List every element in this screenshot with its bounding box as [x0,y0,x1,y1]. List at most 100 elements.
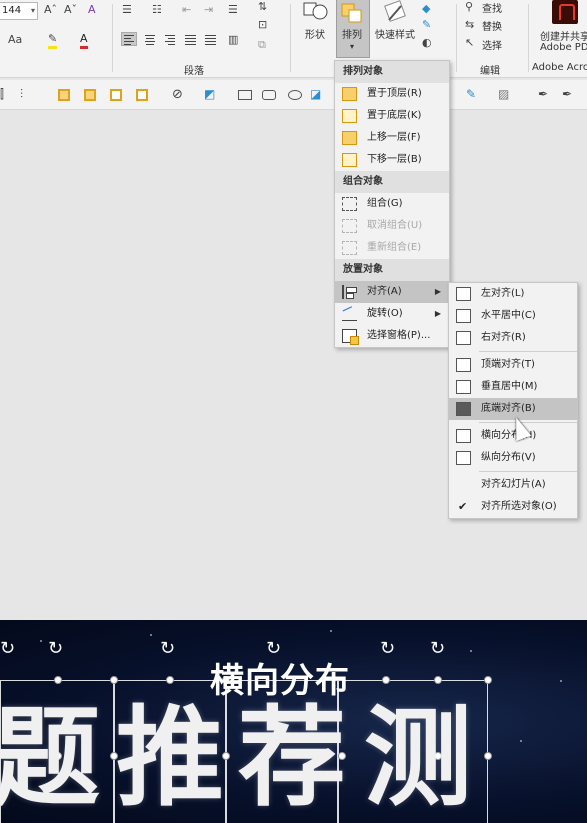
align-center-item[interactable]: 水平居中(C) [449,305,577,327]
select-button[interactable]: 选择 [482,37,502,52]
replace-button[interactable]: 替换 [482,18,502,33]
resize-handle[interactable] [54,676,62,684]
smartart-icon[interactable]: ⧉ [258,38,266,52]
align-left-item[interactable]: 左对齐(L) [449,283,577,305]
align-selected-objects-item[interactable]: ✔ 对齐所选对象(O) [449,496,577,518]
align-left-icon [456,287,471,301]
align-right-button[interactable] [162,32,178,46]
rotate-handle-icon[interactable]: ↻ [0,640,15,658]
bring-front-icon[interactable] [58,89,70,101]
grow-font-button[interactable]: Aˆ [44,3,57,17]
slide-char-1[interactable]: 题 [0,698,100,818]
font-color-icon[interactable]: A [80,32,88,49]
fill-icon[interactable]: ⊘ [172,87,188,103]
justify-button[interactable] [182,32,198,46]
font-size-combobox[interactable]: 144 ▾ [0,2,38,20]
distributed-button[interactable] [202,32,218,46]
bring-to-front-item[interactable]: 置于顶层(R) [335,83,449,105]
highlight-icon[interactable]: ✎ [48,32,58,49]
select-icon[interactable]: ↖ [465,36,474,50]
clear-format-icon[interactable]: A [88,3,96,17]
arrange-button[interactable]: 排列 ▾ [336,0,370,58]
find-icon[interactable]: ⚲ [465,0,473,14]
rectangle-icon[interactable] [238,90,252,100]
resize-handle[interactable] [434,676,442,684]
rotate-handle-icon[interactable]: ↻ [48,640,63,658]
decrease-indent-icon[interactable]: ⇤ [182,3,191,17]
bring-forward-item[interactable]: 上移一层(F) [335,127,449,149]
increase-indent-icon[interactable]: ⇥ [204,3,213,17]
align-text-icon[interactable]: ⊡ [258,18,267,32]
rounded-rect-icon[interactable] [262,90,276,100]
text-direction-icon[interactable]: ⇅ [258,0,267,14]
selection-pane-item[interactable]: 选择窗格(P)... [335,325,449,347]
align-to-slide-item[interactable]: 对齐幻灯片(A) [449,474,577,496]
shape-outline-icon[interactable]: ✎ [422,18,431,32]
distribute-icon[interactable]: ⫿ [0,87,16,103]
align-middle-icon [456,380,471,394]
send-back-icon [342,109,357,123]
adobe-pdf-icon[interactable] [552,0,578,24]
quick-styles-label: 快速样式 [375,30,415,41]
slide-char-2[interactable]: 推 [116,698,224,818]
align-top-item[interactable]: 顶端对齐(T) [449,354,577,376]
rotate-handle-icon[interactable]: ↻ [380,640,395,658]
slide-canvas[interactable]: ↻ ↻ ↻ ↻ ↻ ↻ 横向分布 题 推 荐 测 [0,620,587,823]
align-center-button[interactable] [142,32,158,46]
send-back-icon[interactable] [84,89,96,101]
rotate-handle-icon[interactable]: ↻ [160,640,175,658]
resize-handle[interactable] [484,676,492,684]
columns-icon[interactable]: ▥ [228,33,238,47]
eyedropper-icon[interactable]: ✒ [562,87,578,103]
resize-handle[interactable] [382,676,390,684]
distribute-vertically-item[interactable]: 纵向分布(V) [449,447,577,469]
align-right-item[interactable]: 右对齐(R) [449,327,577,349]
change-case-button[interactable]: Aa [8,33,22,47]
outline-icon[interactable]: ◩ [204,87,220,103]
align-middle-item[interactable]: 垂直居中(M) [449,376,577,398]
bullets-icon[interactable]: ☰ [122,3,132,17]
eyedropper-icon[interactable]: ✒ [538,87,554,103]
rotate-handle-icon[interactable]: ↻ [430,640,445,658]
shape-effects-icon[interactable]: ◐ [422,36,432,50]
line-spacing-icon[interactable]: ☰ [228,3,238,17]
group-separator [528,4,529,72]
align-icon[interactable]: ⫶ [20,87,36,103]
create-share-label[interactable]: 创建并共享 [540,28,587,43]
send-to-back-item[interactable]: 置于底层(K) [335,105,449,127]
menu-item-label: 重新组合(E) [367,242,422,253]
menu-item-label: 纵向分布(V) [481,452,536,463]
ungroup-icon[interactable] [136,89,148,101]
align-item[interactable]: 对齐(A) ▶ [335,281,449,303]
adobe-pdf-label[interactable]: Adobe PD [540,42,587,53]
group-icon[interactable] [110,89,122,101]
group-icon [342,197,357,211]
send-backward-item[interactable]: 下移一层(B) [335,149,449,171]
align-left-button[interactable] [121,32,137,46]
resize-handle[interactable] [110,676,118,684]
menu-item-label: 左对齐(L) [481,288,525,299]
shape-styles-icon[interactable]: ◪ [310,87,326,103]
find-button[interactable]: 查找 [482,0,502,15]
align-right-icon [456,331,471,345]
shape-button[interactable]: 形状 [298,0,332,41]
quick-styles-button[interactable]: 快速样式 [372,0,418,41]
menu-item-label: 下移一层(B) [367,154,422,165]
resize-handle[interactable] [166,676,174,684]
numbering-icon[interactable]: ☷ [152,3,162,17]
group-item[interactable]: 组合(G) [335,193,449,215]
shrink-font-button[interactable]: Aˇ [64,3,77,17]
oval-icon[interactable] [288,90,302,100]
text-outline-icon[interactable]: ✎ [466,87,482,103]
resize-handle[interactable] [484,752,492,760]
menu-separator [479,471,577,472]
shape-fill-icon[interactable]: ◆ [422,2,430,16]
picture-icon[interactable]: ▨ [498,87,514,103]
chevron-down-icon[interactable]: ▾ [31,3,35,19]
slide-char-4[interactable]: 测 [364,698,472,818]
slide-char-3[interactable]: 荐 [238,698,346,818]
rotate-item[interactable]: 旋转(O) ▶ [335,303,449,325]
align-bottom-item[interactable]: 底端对齐(B) [449,398,577,420]
chevron-down-icon: ▾ [350,42,355,51]
replace-icon[interactable]: ⇆ [465,18,474,32]
